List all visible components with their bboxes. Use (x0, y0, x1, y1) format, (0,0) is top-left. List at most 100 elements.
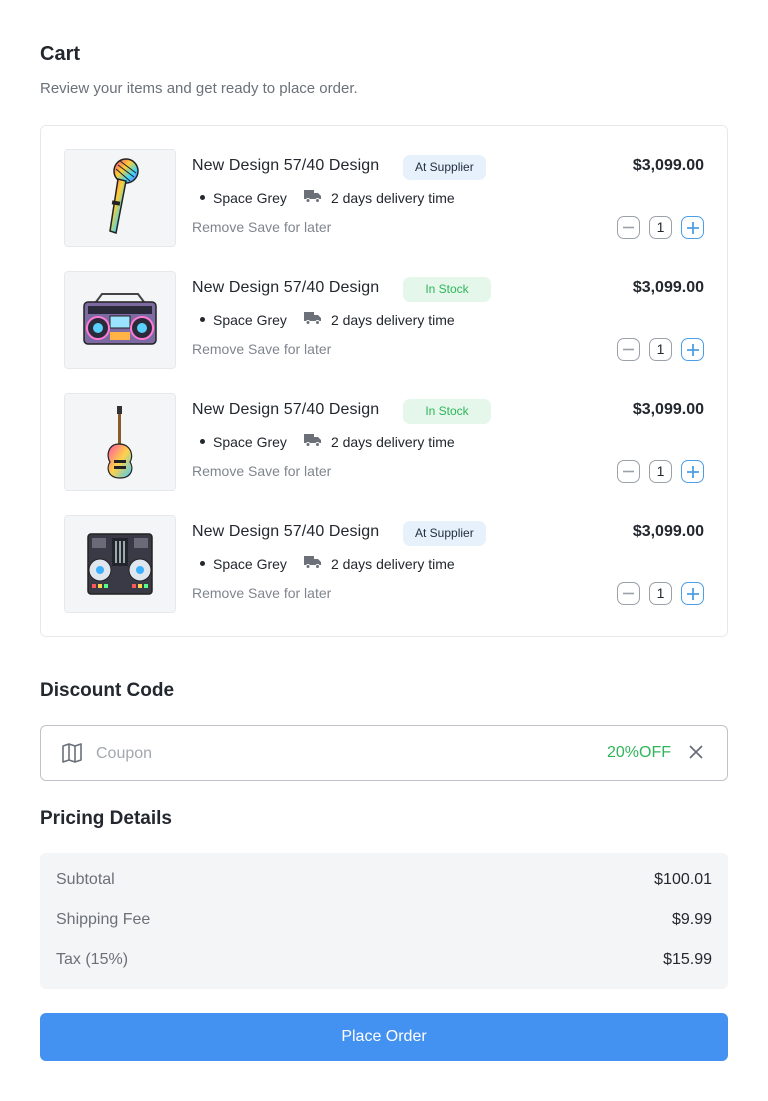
increase-quantity-button[interactable] (681, 460, 704, 483)
delivery-time: 2 days delivery time (330, 311, 455, 328)
clear-coupon-button[interactable] (688, 744, 704, 765)
availability-badge: In Stock (403, 277, 491, 302)
item-price: $3,099.00 (632, 523, 704, 540)
cart-item: New Design 57/40 Design In Stock Space G… (64, 271, 704, 369)
guitar-image (107, 406, 133, 479)
item-name[interactable]: New Design 57/40 Design (192, 157, 379, 175)
pricing-value: $9.99 (671, 911, 712, 928)
item-meta: Space Grey 2 days delivery time (200, 189, 455, 206)
delivery-time: 2 days delivery time (330, 433, 455, 450)
plus-icon (686, 587, 699, 600)
cart-list: New Design 57/40 Design At Supplier Spac… (40, 125, 728, 637)
item-meta: Space Grey 2 days delivery time (200, 311, 455, 328)
cart-item: New Design 57/40 Design At Supplier Spac… (64, 515, 704, 613)
item-name[interactable]: New Design 57/40 Design (192, 401, 379, 419)
bullet-icon (200, 195, 205, 200)
product-image-microphone[interactable] (64, 149, 176, 247)
plus-icon (686, 465, 699, 478)
cart-item: New Design 57/40 Design At Supplier Spac… (64, 149, 704, 247)
quantity-stepper: 1 (617, 338, 704, 361)
quantity-stepper: 1 (617, 460, 704, 483)
item-color: Space Grey (213, 189, 287, 206)
truck-icon (303, 433, 322, 450)
decrease-quantity-button[interactable] (617, 338, 640, 361)
quantity-value[interactable]: 1 (649, 216, 672, 239)
item-color: Space Grey (213, 433, 287, 450)
item-price: $3,099.00 (632, 157, 704, 174)
save-for-later-button[interactable]: Save for later (248, 219, 331, 235)
product-image-guitar[interactable] (64, 393, 176, 491)
delivery-time: 2 days delivery time (330, 555, 455, 572)
pricing-row-shipping: Shipping Fee $9.99 (56, 911, 712, 933)
item-color: Space Grey (213, 311, 287, 328)
pricing-label: Subtotal (56, 871, 115, 888)
minus-icon (623, 348, 634, 351)
pricing-value: $15.99 (663, 951, 712, 968)
item-price: $3,099.00 (632, 401, 704, 418)
item-actions: Remove Save for later (192, 463, 331, 479)
pricing-row-subtotal: Subtotal $100.01 (56, 871, 712, 893)
quantity-value[interactable]: 1 (649, 338, 672, 361)
minus-icon (623, 592, 634, 595)
pricing-summary: Subtotal $100.01 Shipping Fee $9.99 Tax … (40, 853, 728, 989)
page-title: Cart (40, 43, 81, 65)
product-image-dj-controller[interactable] (64, 515, 176, 613)
item-meta: Space Grey 2 days delivery time (200, 433, 455, 450)
save-for-later-button[interactable]: Save for later (248, 585, 331, 601)
bullet-icon (200, 439, 205, 444)
save-for-later-button[interactable]: Save for later (248, 341, 331, 357)
availability-badge: In Stock (403, 399, 491, 424)
remove-button[interactable]: Remove (192, 463, 244, 479)
truck-icon (303, 311, 322, 328)
pricing-value: $100.01 (654, 871, 712, 888)
minus-icon (623, 226, 634, 229)
item-actions: Remove Save for later (192, 585, 331, 601)
remove-button[interactable]: Remove (192, 585, 244, 601)
truck-icon (303, 189, 322, 206)
pricing-label: Tax (15%) (56, 951, 129, 968)
bullet-icon (200, 317, 205, 322)
item-meta: Space Grey 2 days delivery time (200, 555, 455, 572)
increase-quantity-button[interactable] (681, 582, 704, 605)
availability-badge: At Supplier (403, 521, 486, 546)
save-for-later-button[interactable]: Save for later (248, 463, 331, 479)
item-name[interactable]: New Design 57/40 Design (192, 279, 379, 297)
increase-quantity-button[interactable] (681, 338, 704, 361)
coupon-input[interactable] (96, 742, 496, 766)
plus-icon (686, 343, 699, 356)
coupon-map-icon (62, 743, 82, 768)
pricing-details-title: Pricing Details (40, 808, 172, 829)
bullet-icon (200, 561, 205, 566)
quantity-stepper: 1 (617, 216, 704, 239)
quantity-value[interactable]: 1 (649, 460, 672, 483)
item-color: Space Grey (213, 555, 287, 572)
product-image-boombox[interactable] (64, 271, 176, 369)
microphone-image (109, 158, 139, 234)
delivery-time: 2 days delivery time (330, 189, 455, 206)
item-name[interactable]: New Design 57/40 Design (192, 523, 379, 541)
item-price: $3,099.00 (632, 279, 704, 296)
close-icon (689, 745, 703, 759)
boombox-image (83, 293, 157, 345)
availability-badge: At Supplier (403, 155, 486, 180)
cart-item: New Design 57/40 Design In Stock Space G… (64, 393, 704, 491)
truck-icon (303, 555, 322, 572)
remove-button[interactable]: Remove (192, 219, 244, 235)
minus-icon (623, 470, 634, 473)
plus-icon (686, 221, 699, 234)
decrease-quantity-button[interactable] (617, 582, 640, 605)
pricing-row-tax: Tax (15%) $15.99 (56, 951, 712, 973)
quantity-value[interactable]: 1 (649, 582, 672, 605)
dj-controller-image (87, 533, 153, 595)
discount-code-title: Discount Code (40, 680, 175, 701)
increase-quantity-button[interactable] (681, 216, 704, 239)
decrease-quantity-button[interactable] (617, 460, 640, 483)
remove-button[interactable]: Remove (192, 341, 244, 357)
coupon-field: 20%OFF (40, 725, 728, 781)
pricing-label: Shipping Fee (56, 911, 151, 928)
page-subtitle: Review your items and get ready to place… (40, 80, 358, 97)
place-order-button[interactable]: Place Order (40, 1013, 728, 1061)
decrease-quantity-button[interactable] (617, 216, 640, 239)
applied-discount: 20%OFF (606, 744, 671, 761)
quantity-stepper: 1 (617, 582, 704, 605)
